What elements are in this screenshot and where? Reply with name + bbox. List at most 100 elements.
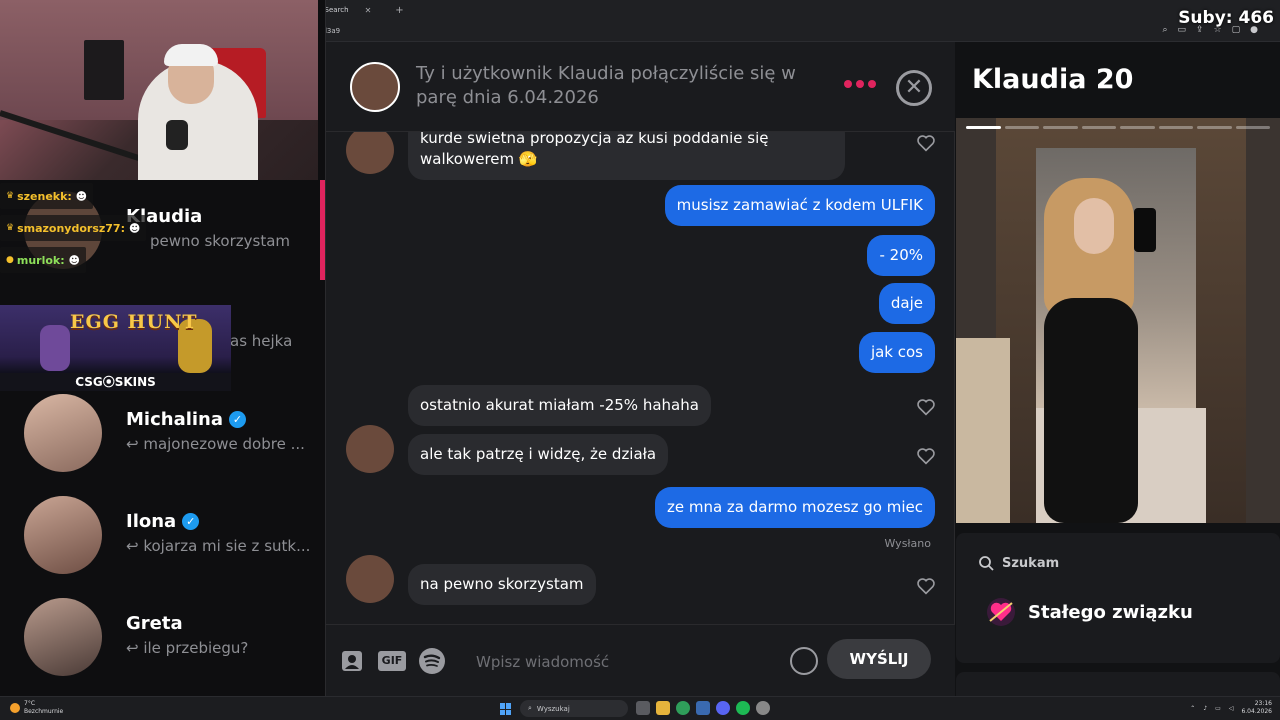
verified-badge-icon: ✓ [182, 513, 200, 530]
zoom-icon[interactable]: ⌕ [1162, 25, 1167, 35]
conversation-preview: ↩ majonezowe dobre ... [126, 435, 305, 453]
address-bar[interactable]: 3d3a9 [318, 24, 1280, 38]
header-avatar[interactable] [350, 62, 400, 112]
message-input[interactable] [476, 647, 776, 677]
looking-for-row: Szukam [978, 555, 1059, 571]
crown-icon: ♛ [6, 223, 15, 233]
badge-icon: ● [6, 255, 14, 265]
weather-icon [10, 703, 20, 713]
relationship-goal-label: Stałego związku [1028, 601, 1193, 623]
date: 6.04.2026 [1241, 708, 1272, 715]
conversation-item-ilona[interactable]: Ilona ✓ ↩ kojarza mi sie z sutk... [0, 485, 320, 585]
relationship-goal: Stałego związku [986, 597, 1193, 627]
subscriber-count: Suby: 466 [1178, 8, 1274, 28]
chrome-icon[interactable] [676, 701, 690, 715]
photo-dot[interactable] [1043, 126, 1078, 129]
photo-dot[interactable] [1158, 126, 1193, 129]
taskbar-search[interactable]: ⌕ Wyszukaj [520, 700, 628, 717]
photo-dot[interactable] [1235, 126, 1270, 129]
clock[interactable]: 23:16 6.04.2026 [1241, 700, 1272, 716]
task-view-icon[interactable] [636, 701, 650, 715]
tab-close-icon[interactable]: ✕ [365, 6, 372, 15]
match-info-text: Ty i użytkownik Klaudia połączyliście si… [416, 63, 796, 108]
network-icon[interactable]: ▭ [1215, 705, 1221, 712]
photo-dot[interactable] [966, 126, 1001, 129]
banner-brand: CSG⦿SKINS [0, 373, 231, 391]
active-conversation-indicator [320, 180, 325, 280]
close-chat-button[interactable]: ✕ [896, 70, 932, 106]
photo-dot[interactable] [1004, 126, 1039, 129]
emote-icon: ☻ [64, 253, 80, 267]
app-icon[interactable] [756, 701, 770, 715]
emote-icon: ☻ [71, 189, 88, 203]
message-outgoing: daje [878, 283, 935, 324]
emoji-icon[interactable] [790, 647, 818, 675]
heart-arrow-icon [987, 598, 1015, 626]
avatar [24, 598, 102, 676]
conversation-list: Klaudia pewno skorzystam as hejka Michal… [0, 0, 326, 696]
discord-icon[interactable] [716, 701, 730, 715]
photo-progress-indicator [966, 126, 1270, 129]
message-incoming: ale tak patrzę i widzę, że działa [408, 434, 669, 475]
send-button[interactable]: WYŚLIJ [827, 639, 931, 679]
conversation-preview: pewno skorzystam [150, 232, 291, 250]
search-icon: ⌕ [528, 704, 532, 712]
like-heart-icon[interactable] [916, 447, 936, 465]
weather-widget[interactable]: 7°C Bezchmurnie [10, 700, 63, 716]
chat-header: Ty i użytkownik Klaudia połączyliście si… [326, 42, 955, 132]
screen: e Search ✕ + 3d3a9 ⌕ ▭ ⇪ ☆ ▢ ● Klaudia p… [0, 0, 1280, 720]
webcam-feed [0, 0, 318, 180]
weather-condition: Bezchmurnie [24, 708, 64, 715]
message-incoming: kurde swietna propozycja az kusi poddani… [408, 132, 845, 180]
message-incoming: na pewno skorzystam [408, 564, 596, 605]
conversation-item-greta[interactable]: Greta ↩ ile przebiegu? [0, 587, 320, 687]
message-list: kurde swietna propozycja az kusi poddani… [326, 132, 955, 616]
steam-icon[interactable] [696, 701, 710, 715]
emote-icon: ☻ [124, 221, 141, 235]
volume-icon[interactable]: ◁ [1229, 705, 1234, 712]
message-outgoing: musisz zamawiać z kodem ULFIK [664, 185, 935, 226]
photo-dot[interactable] [1120, 126, 1155, 129]
taskbar-apps [636, 701, 770, 715]
sent-status: Wysłano [884, 537, 932, 550]
conversation-item-michalina[interactable]: Michalina ✓ ↩ majonezowe dobre ... [0, 383, 320, 483]
spotify-icon[interactable] [418, 647, 446, 675]
browser-tab[interactable]: e Search ✕ [318, 6, 391, 15]
chevron-up-icon[interactable]: ⌃ [1190, 705, 1195, 712]
looking-for-label: Szukam [1002, 555, 1060, 571]
sponsor-banner: EGG HUNT CSG⦿SKINS [0, 305, 231, 391]
like-heart-icon[interactable] [916, 134, 936, 152]
photo-dot[interactable] [1197, 126, 1232, 129]
sender-avatar [346, 555, 394, 603]
profile-name-age: Klaudia 20 [972, 64, 1134, 95]
gif-button[interactable]: GIF [378, 651, 406, 671]
sender-avatar [346, 132, 394, 174]
looking-for-card: Szukam Stałego związku [956, 533, 1280, 663]
chat-message: ● murlok: ☻ [0, 247, 86, 273]
microphone-icon[interactable]: ♪ [1203, 705, 1207, 712]
time: 23:16 [1254, 700, 1272, 707]
conversation-preview: as hejka [230, 332, 293, 350]
spotify-icon[interactable] [736, 701, 750, 715]
chat-message: ♛ smazonydorsz77: ☻ [0, 215, 147, 241]
conversation-preview: ↩ ile przebiegu? [126, 639, 249, 657]
profile-photo[interactable] [956, 118, 1280, 523]
conversation-name: Michalina ✓ [126, 409, 247, 430]
chat-message: ♛ szenekk: ☻ [0, 183, 94, 209]
banner-title: EGG HUNT [70, 311, 198, 333]
windows-start-icon[interactable] [500, 703, 512, 715]
tab-strip: e Search ✕ + [318, 2, 404, 18]
message-outgoing: - 20% [867, 235, 935, 276]
browser-chrome: e Search ✕ + 3d3a9 ⌕ ▭ ⇪ ☆ ▢ ● [318, 0, 1280, 42]
file-explorer-icon[interactable] [656, 701, 670, 715]
crown-icon: ♛ [6, 191, 15, 201]
search-icon [979, 556, 994, 571]
sender-avatar [346, 425, 394, 473]
more-options-icon[interactable] [844, 80, 876, 88]
like-heart-icon[interactable] [916, 577, 936, 595]
contact-card-icon[interactable] [340, 649, 364, 673]
avatar [24, 394, 102, 472]
photo-dot[interactable] [1081, 126, 1116, 129]
like-heart-icon[interactable] [916, 398, 936, 416]
new-tab-button[interactable]: + [395, 5, 403, 16]
